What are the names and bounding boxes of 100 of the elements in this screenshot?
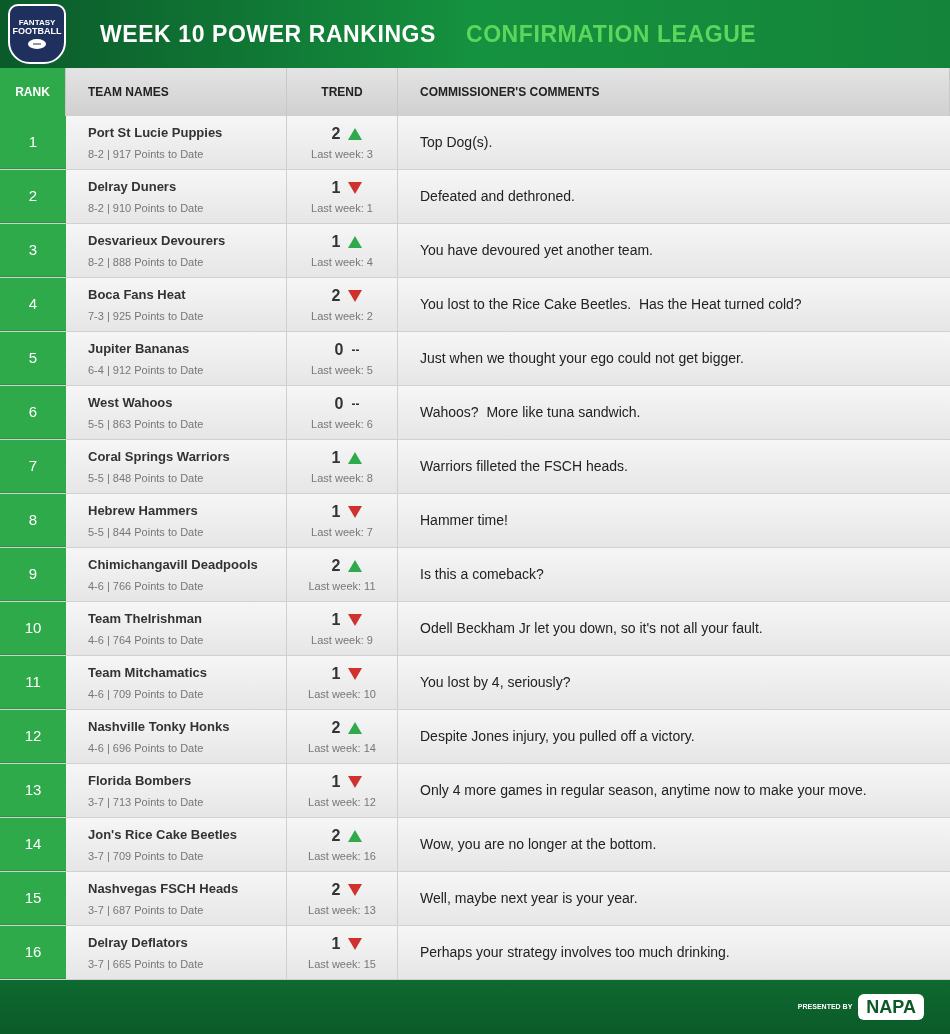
last-week: Last week: 13	[308, 903, 376, 919]
up-triangle-icon	[348, 452, 363, 465]
comment-text: Despite Jones injury, you pulled off a victory.	[420, 727, 695, 746]
team-name: Port St Lucie Puppies	[88, 124, 224, 142]
rank-change: 1	[331, 502, 341, 523]
rank-change: 1	[331, 664, 341, 685]
down-triangle-icon	[348, 776, 363, 789]
rank-cell: 2	[0, 170, 66, 223]
rank-cell: 1	[0, 116, 66, 169]
comment-text: Warriors filleted the FSCH heads.	[420, 457, 628, 476]
up-triangle-icon	[348, 722, 363, 735]
rank-change: 2	[331, 286, 341, 307]
rank-cell: 8	[0, 494, 66, 547]
team-name: Desvarieux Devourers	[88, 232, 227, 250]
last-week: Last week: 11	[308, 579, 376, 595]
comment-text: Perhaps your strategy involves too much drinking.	[420, 943, 730, 962]
team-record: 8-2 | 917 Points to Date	[88, 146, 205, 162]
rank-change: 2	[331, 718, 341, 739]
rank-cell: 12	[0, 710, 66, 763]
last-week: Last week: 6	[311, 417, 373, 433]
rank-cell: 10	[0, 602, 66, 655]
comment-text: Well, maybe next year is your year.	[420, 889, 638, 908]
last-week: Last week: 7	[311, 525, 373, 541]
logo-text: FOOTBALL	[12, 26, 62, 36]
comment-text: Only 4 more games in regular season, anytime now to make your move.	[420, 781, 867, 800]
rank-cell: 14	[0, 818, 66, 871]
team-record: 4-6 | 709 Points to Date	[88, 686, 205, 702]
team-name: Delray Duners	[88, 178, 178, 196]
rank-cell: 16	[0, 926, 66, 979]
down-triangle-icon	[348, 668, 363, 681]
team-record: 5-5 | 863 Points to Date	[88, 416, 205, 432]
team-name: Hebrew Hammers	[88, 502, 199, 520]
team-record: 4-6 | 696 Points to Date	[88, 740, 205, 756]
last-week: Last week: 2	[311, 309, 373, 325]
column-header: TEAM NAMES	[66, 68, 287, 116]
team-name: Nashville Tonky Honks	[88, 718, 231, 736]
comment-text: You have devoured yet another team.	[420, 241, 653, 260]
comment-text: You lost by 4, seriously?	[420, 673, 571, 692]
team-record: 3-7 | 713 Points to Date	[88, 794, 205, 810]
team-record: 4-6 | 766 Points to Date	[88, 578, 205, 594]
last-week: Last week: 5	[311, 363, 373, 379]
team-record: 3-7 | 665 Points to Date	[88, 956, 205, 972]
last-week: Last week: 1	[311, 201, 373, 217]
team-name: Boca Fans Heat	[88, 286, 187, 304]
rank-change: 2	[331, 124, 341, 145]
rank-cell: 6	[0, 386, 66, 439]
comment-text: Wahoos? More like tuna sandwich.	[420, 403, 641, 422]
league-name: CONFIRMATION LEAGUE	[465, 19, 757, 49]
rank-change: 2	[331, 826, 341, 847]
rank-cell: 4	[0, 278, 66, 331]
team-name: Nashvegas FSCH Heads	[88, 880, 240, 898]
column-header: COMMISSIONER'S COMMENTS	[398, 68, 950, 116]
last-week: Last week: 15	[308, 957, 376, 973]
up-triangle-icon	[348, 128, 363, 141]
rank-cell: 5	[0, 332, 66, 385]
sponsor-logo: NAPA	[858, 994, 924, 1020]
comment-text: Top Dog(s).	[420, 133, 493, 152]
rank-change: 2	[331, 556, 341, 577]
rank-change: 1	[331, 934, 341, 955]
down-triangle-icon	[348, 614, 363, 627]
team-record: 4-6 | 764 Points to Date	[88, 632, 205, 648]
rank-cell: 15	[0, 872, 66, 925]
rank-cell: 11	[0, 656, 66, 709]
team-name: Jon's Rice Cake Beetles	[88, 826, 239, 844]
rank-cell: 3	[0, 224, 66, 277]
comment-text: Is this a comeback?	[420, 565, 544, 584]
team-name: Florida Bombers	[88, 772, 193, 790]
rank-cell: 13	[0, 764, 66, 817]
team-name: West Wahoos	[88, 394, 174, 412]
rank-cell: 9	[0, 548, 66, 601]
team-record: 3-7 | 709 Points to Date	[88, 848, 205, 864]
rank-change: 1	[331, 772, 341, 793]
team-name: Jupiter Bananas	[88, 340, 191, 358]
team-record: 7-3 | 925 Points to Date	[88, 308, 205, 324]
comment-text: Just when we thought your ego could not get bigger.	[420, 349, 744, 368]
up-triangle-icon	[348, 236, 363, 249]
rank-change: 1	[331, 448, 341, 469]
down-triangle-icon	[348, 182, 363, 195]
down-triangle-icon	[348, 290, 363, 303]
comment-text: You lost to the Rice Cake Beetles. Has the Heat turned cold?	[420, 295, 802, 314]
football-icon	[27, 37, 47, 50]
rank-change: 1	[331, 610, 341, 631]
last-week: Last week: 8	[311, 471, 373, 487]
last-week: Last week: 12	[308, 795, 376, 811]
team-record: 8-2 | 910 Points to Date	[88, 200, 205, 216]
rank-change: 1	[331, 232, 341, 253]
last-week: Last week: 16	[308, 849, 376, 865]
team-record: 8-2 | 888 Points to Date	[88, 254, 205, 270]
last-week: Last week: 9	[311, 633, 373, 649]
column-header: TREND	[287, 68, 398, 116]
last-week: Last week: 10	[308, 687, 376, 703]
team-name: Chimichangavill Deadpools	[88, 556, 259, 574]
rank-change: 2	[331, 880, 341, 901]
last-week: Last week: 3	[311, 147, 373, 163]
no-change-marker: --	[351, 396, 360, 414]
comment-text: Wow, you are no longer at the bottom.	[420, 835, 657, 854]
rank-change: 0	[334, 340, 344, 361]
team-name: Delray Deflators	[88, 934, 189, 952]
page-title: WEEK 10 POWER RANKINGS	[100, 19, 436, 49]
team-name: Coral Springs Warriors	[88, 448, 231, 466]
